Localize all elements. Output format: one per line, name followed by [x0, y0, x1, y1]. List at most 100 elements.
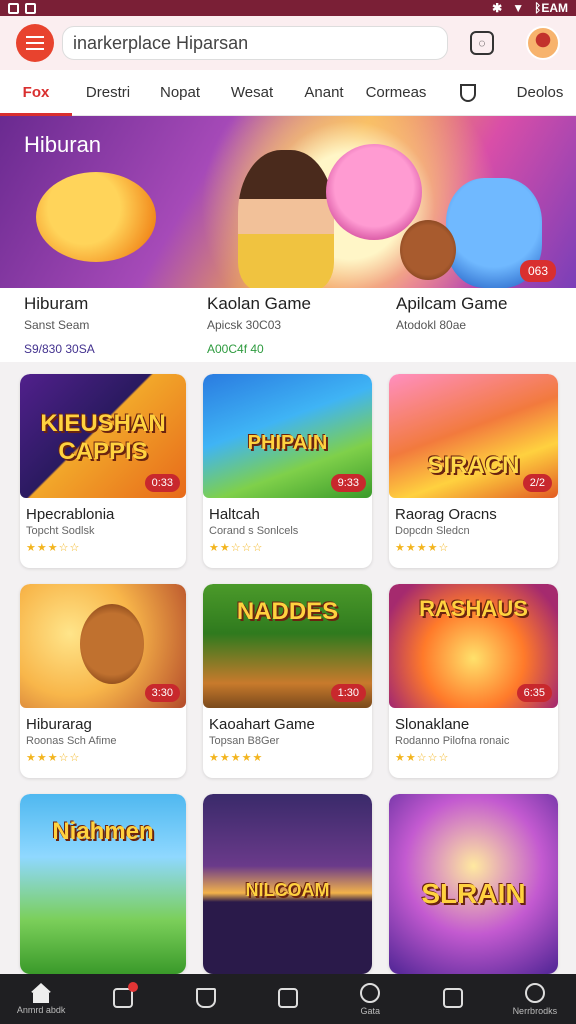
- game-card[interactable]: 3:30 Hiburarag Roonas Sch Afime ★★★☆☆: [20, 584, 186, 778]
- thumbnail-title: SLRAIN: [421, 878, 526, 909]
- hero-badge: 063: [519, 260, 556, 282]
- game-thumbnail: NADDES 1:30: [203, 584, 372, 708]
- featured-sub: Sanst Seam: [24, 318, 90, 332]
- featured-meta: A00C4f 40: [207, 342, 264, 356]
- search-text: inarkerplace Hiparsan: [73, 32, 249, 53]
- game-sub: Roonas Sch Afime: [26, 735, 117, 747]
- tab-drestri[interactable]: Drestri: [72, 70, 144, 116]
- camera-icon[interactable]: ◌: [470, 31, 494, 55]
- game-thumbnail: Niahmen: [20, 794, 186, 974]
- menu-icon: [26, 42, 44, 44]
- status-text: ᛒEAM: [534, 1, 568, 15]
- duration-badge: 0:33: [144, 474, 180, 492]
- thumbnail-title: NILCOAM: [245, 880, 330, 900]
- app-icon: [8, 2, 19, 14]
- game-name: Kaoahart Game: [209, 716, 315, 733]
- hero-character-brown: [400, 220, 456, 280]
- featured-name: Hiburam: [24, 294, 89, 313]
- tab-deolos[interactable]: Deolos: [504, 70, 576, 116]
- game-name: Hiburarag: [26, 716, 92, 733]
- wifi-icon: ▼: [512, 1, 525, 15]
- status-bar: ✱ ▼ ᛒEAM: [0, 0, 576, 16]
- thumbnail-title: PHIPAIN: [247, 432, 328, 454]
- hat-icon: [195, 987, 216, 1008]
- game-card[interactable]: SLRAIN: [389, 794, 558, 974]
- search-icon: [360, 982, 381, 1003]
- game-thumbnail: SLRAIN: [389, 794, 558, 974]
- duration-badge: 6:35: [516, 684, 552, 702]
- star-rating: ★★★☆☆: [26, 752, 81, 764]
- game-card[interactable]: Niahmen: [20, 794, 186, 974]
- bookmark-icon: [277, 987, 298, 1008]
- nav-profile[interactable]: Nerrbrodks: [494, 974, 576, 1024]
- game-card[interactable]: NILCOAM: [203, 794, 372, 974]
- featured-item[interactable]: Hiburam Sanst Seam S9/830 30SA: [0, 288, 192, 362]
- nav-label: Gata: [360, 1005, 381, 1016]
- game-thumbnail: RASHAUS 6:35: [389, 584, 558, 708]
- bottom-nav: Anmrd abdk Gata Nerrbrodks: [0, 974, 576, 1024]
- nav-label: Nerrbrodks: [512, 1005, 558, 1016]
- game-name: Haltcah: [209, 506, 260, 523]
- featured-name: Apilcam Game: [396, 294, 508, 313]
- tab-cormeas[interactable]: Cormeas: [360, 70, 432, 116]
- featured-name: Kaolan Game: [207, 294, 311, 313]
- featured-row: Hiburam Sanst Seam S9/830 30SA Kaolan Ga…: [0, 288, 576, 362]
- nav-search[interactable]: Gata: [329, 974, 411, 1024]
- game-name: Raorag Oracns: [395, 506, 497, 523]
- app-icon: [25, 2, 36, 14]
- featured-sub: Apicsk 30C03: [207, 318, 282, 332]
- calendar-icon: [442, 987, 463, 1008]
- star-rating: ★★☆☆☆: [395, 752, 450, 764]
- thumbnail-title: KIEUSHAN CAPPIS: [40, 410, 166, 465]
- nav-home[interactable]: Anmrd abdk: [0, 974, 82, 1024]
- game-name: Hpecrablonia: [26, 506, 115, 523]
- game-card[interactable]: PHIPAIN 9:33 Haltcah Corand s Sonlcels ★…: [203, 374, 372, 568]
- hero-character-girl: [238, 150, 334, 288]
- game-card[interactable]: NADDES 1:30 Kaoahart Game Topsan B8Ger ★…: [203, 584, 372, 778]
- shield-icon: [460, 83, 476, 102]
- tab-anant[interactable]: Anant: [288, 70, 360, 116]
- duration-badge: 2/2: [522, 474, 552, 492]
- profile-icon: [524, 982, 545, 1003]
- featured-sub: Atodokl 80ae: [396, 318, 467, 332]
- featured-item[interactable]: Kaolan Game Apicsk 30C03 A00C4f 40: [192, 288, 384, 362]
- thumbnail-title: RASHAUS: [419, 596, 528, 621]
- hero-character-pink: [326, 144, 422, 240]
- game-sub: Dopcdn Sledcn: [395, 525, 470, 537]
- game-thumbnail: KIEUSHAN CAPPIS 0:33: [20, 374, 186, 498]
- nav-notifications[interactable]: [82, 974, 164, 1024]
- avatar[interactable]: [526, 26, 560, 60]
- game-grid: KIEUSHAN CAPPIS 0:33 Hpecrablonia Topcht…: [20, 374, 558, 974]
- duration-badge: 9:33: [330, 474, 366, 492]
- game-thumbnail: PHIPAIN 9:33: [203, 374, 372, 498]
- featured-meta: S9/830 30SA: [24, 342, 95, 356]
- game-sub: Topcht Sodlsk: [26, 525, 95, 537]
- duration-badge: 3:30: [144, 684, 180, 702]
- hero-banner[interactable]: Hiburan 063: [0, 116, 576, 288]
- hero-character-emoji: [36, 172, 156, 262]
- menu-button[interactable]: [16, 24, 54, 62]
- search-input[interactable]: inarkerplace Hiparsan: [62, 26, 448, 60]
- nav-hat[interactable]: [165, 974, 247, 1024]
- thumbnail-title: NADDES: [236, 598, 339, 625]
- game-sub: Corand s Sonlcels: [209, 525, 299, 537]
- star-rating: ★★☆☆☆: [209, 542, 264, 554]
- game-sub: Topsan B8Ger: [209, 735, 280, 747]
- bluetooth-icon: ✱: [492, 1, 503, 15]
- game-card[interactable]: KIEUSHAN CAPPIS 0:33 Hpecrablonia Topcht…: [20, 374, 186, 568]
- star-rating: ★★★★☆: [395, 542, 450, 554]
- tab-shield[interactable]: [432, 70, 504, 116]
- hero-title: Hiburan: [24, 132, 102, 157]
- game-card[interactable]: RASHAUS 6:35 Slonaklane Rodanno Pilofna …: [389, 584, 558, 778]
- nav-bookmark[interactable]: [247, 974, 329, 1024]
- duration-badge: 1:30: [330, 684, 366, 702]
- star-rating: ★★★☆☆: [26, 542, 81, 554]
- tab-fox[interactable]: Fox: [0, 70, 72, 116]
- tab-wesat[interactable]: Wesat: [216, 70, 288, 116]
- game-card[interactable]: SIRACN 2/2 Raorag Oracns Dopcdn Sledcn ★…: [389, 374, 558, 568]
- nav-calendar[interactable]: [411, 974, 493, 1024]
- notification-dot: [128, 982, 138, 992]
- tab-nopat[interactable]: Nopat: [144, 70, 216, 116]
- nav-label: Anmrd abdk: [16, 1005, 66, 1015]
- featured-item[interactable]: Apilcam Game Atodokl 80ae: [384, 288, 576, 362]
